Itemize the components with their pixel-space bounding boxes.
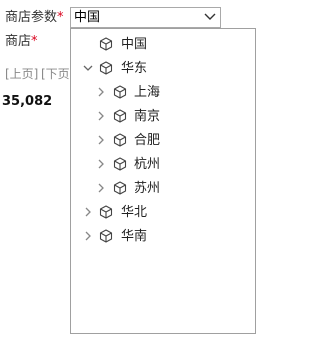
tree-item-label: 上海 bbox=[134, 85, 161, 100]
tree-item-label: 华北 bbox=[121, 205, 148, 220]
shop-param-select[interactable]: 中国 bbox=[70, 7, 221, 28]
cube-icon bbox=[99, 61, 113, 75]
chevron-right-icon[interactable] bbox=[96, 135, 106, 145]
cube-icon bbox=[113, 109, 127, 123]
dropdown-tree-panel: 中国 华东 上海 南京 合肥 杭州 苏州 华北 华南 bbox=[70, 28, 256, 334]
chevron-right-icon[interactable] bbox=[96, 159, 106, 169]
next-page-link[interactable]: [下页 bbox=[41, 66, 70, 82]
tree-item-china[interactable]: 中国 bbox=[71, 33, 255, 57]
required-asterisk: * bbox=[57, 10, 64, 25]
shop-param-label: 商店参数* bbox=[5, 9, 64, 27]
chevron-down-icon[interactable] bbox=[83, 63, 93, 73]
tree-item-label: 华东 bbox=[121, 61, 148, 76]
tree-item-suzhou[interactable]: 苏州 bbox=[71, 177, 255, 201]
shop-param-label-text: 商店参数 bbox=[5, 10, 58, 25]
tree-item-north-china[interactable]: 华北 bbox=[71, 201, 255, 225]
select-value: 中国 bbox=[74, 10, 101, 25]
tree-item-label: 中国 bbox=[121, 37, 148, 52]
summary-value: 35,082 bbox=[2, 94, 53, 109]
shop-label-text: 商店 bbox=[5, 34, 32, 49]
cube-icon bbox=[99, 229, 113, 243]
tree-item-label: 合肥 bbox=[134, 133, 161, 148]
chevron-right-icon[interactable] bbox=[96, 87, 106, 97]
tree-item-label: 杭州 bbox=[134, 157, 161, 172]
chevron-right-icon[interactable] bbox=[83, 207, 93, 217]
cube-icon bbox=[113, 157, 127, 171]
chevron-down-icon[interactable] bbox=[203, 11, 217, 23]
tree-item-label: 苏州 bbox=[134, 181, 161, 196]
cube-icon bbox=[113, 85, 127, 99]
shop-label: 商店* bbox=[5, 33, 38, 51]
cube-icon bbox=[99, 37, 113, 51]
cube-icon bbox=[113, 133, 127, 147]
tree-item-south-china[interactable]: 华南 bbox=[71, 225, 255, 249]
tree-item-hefei[interactable]: 合肥 bbox=[71, 129, 255, 153]
tree-item-east-china[interactable]: 华东 bbox=[71, 57, 255, 81]
chevron-right-icon[interactable] bbox=[96, 111, 106, 121]
prev-page-link[interactable]: [上页] bbox=[5, 66, 38, 82]
cube-icon bbox=[113, 181, 127, 195]
tree-item-nanjing[interactable]: 南京 bbox=[71, 105, 255, 129]
required-asterisk: * bbox=[31, 34, 38, 49]
tree-item-label: 华南 bbox=[121, 229, 148, 244]
chevron-right-icon[interactable] bbox=[96, 183, 106, 193]
tree-item-hangzhou[interactable]: 杭州 bbox=[71, 153, 255, 177]
tree-item-shanghai[interactable]: 上海 bbox=[71, 81, 255, 105]
tree-item-label: 南京 bbox=[134, 109, 161, 124]
chevron-right-icon[interactable] bbox=[83, 231, 93, 241]
cube-icon bbox=[99, 205, 113, 219]
